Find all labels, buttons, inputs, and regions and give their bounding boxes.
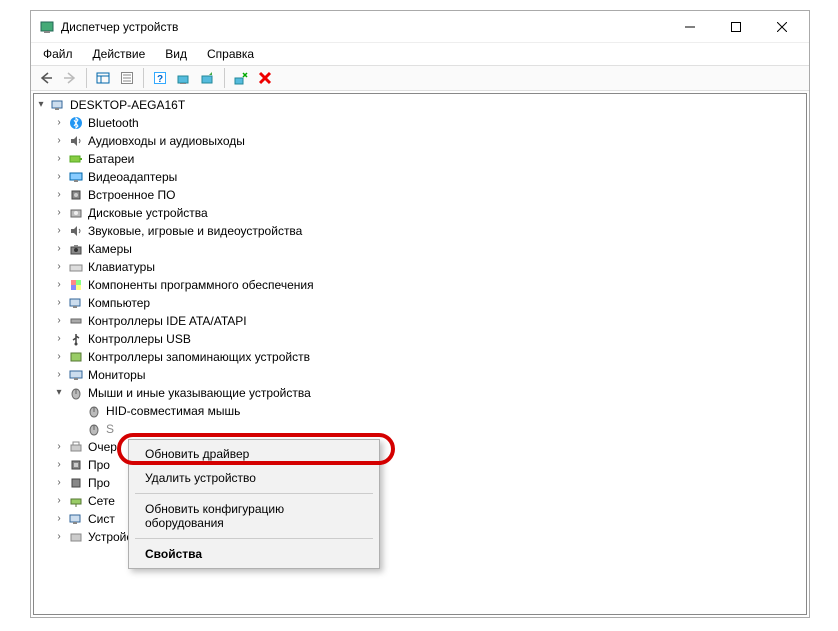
computer-icon xyxy=(68,295,84,311)
show-hidden-button[interactable] xyxy=(92,67,114,89)
forward-button[interactable] xyxy=(59,67,81,89)
properties-button[interactable] xyxy=(116,67,138,89)
camera-icon xyxy=(68,241,84,257)
tree-item-audio[interactable]: ›Аудиовходы и аудиовыходы xyxy=(34,132,806,150)
chip-icon xyxy=(68,187,84,203)
update-driver-button[interactable] xyxy=(197,67,219,89)
network-icon xyxy=(68,493,84,509)
tree-root[interactable]: ▾ DESKTOP-AEGA16T xyxy=(34,96,806,114)
tree-item-storage[interactable]: ›Контроллеры запоминающих устройств xyxy=(34,348,806,366)
back-button[interactable] xyxy=(35,67,57,89)
tree-item-keyboards[interactable]: ›Клавиатуры xyxy=(34,258,806,276)
close-button[interactable] xyxy=(759,12,805,42)
computer-icon xyxy=(68,511,84,527)
cm-properties[interactable]: Свойства xyxy=(131,542,377,566)
scan-button[interactable] xyxy=(173,67,195,89)
tree-leaf-hid-mouse[interactable]: ·HID-совместимая мышь xyxy=(34,402,806,420)
context-menu-separator xyxy=(135,493,373,494)
tree-item-usb[interactable]: ›Контроллеры USB xyxy=(34,330,806,348)
battery-icon xyxy=(68,151,84,167)
titlebar: Диспетчер устройств xyxy=(31,11,809,43)
cm-uninstall[interactable]: Удалить устройство xyxy=(131,466,377,490)
svg-text:?: ? xyxy=(157,74,163,85)
help-button[interactable]: ? xyxy=(149,67,171,89)
menu-help[interactable]: Справка xyxy=(199,45,262,63)
tree-item-cameras[interactable]: ›Камеры xyxy=(34,240,806,258)
computer-icon xyxy=(50,97,66,113)
disk-icon xyxy=(68,205,84,221)
context-menu: Обновить драйвер Удалить устройство Обно… xyxy=(128,439,380,569)
menu-file[interactable]: Файл xyxy=(35,45,81,63)
tree-item-bluetooth[interactable]: ›Bluetooth xyxy=(34,114,806,132)
window-title: Диспетчер устройств xyxy=(61,20,667,34)
menu-action[interactable]: Действие xyxy=(85,45,154,63)
ide-icon xyxy=(68,313,84,329)
mouse-icon xyxy=(68,385,84,401)
toolbar-separator xyxy=(224,68,225,88)
tree-item-mice[interactable]: ▾Мыши и иные указывающие устройства xyxy=(34,384,806,402)
menubar: Файл Действие Вид Справка xyxy=(31,43,809,65)
bluetooth-icon xyxy=(68,115,84,131)
display-adapter-icon xyxy=(68,169,84,185)
mouse-icon xyxy=(86,403,102,419)
toolbar-separator xyxy=(143,68,144,88)
toolbar: ? xyxy=(31,65,809,91)
usb-icon xyxy=(68,331,84,347)
toolbar-separator xyxy=(86,68,87,88)
tree-item-computer[interactable]: ›Компьютер xyxy=(34,294,806,312)
maximize-button[interactable] xyxy=(713,12,759,42)
keyboard-icon xyxy=(68,259,84,275)
context-menu-separator xyxy=(135,538,373,539)
tree-item-software[interactable]: ›Компоненты программного обеспечения xyxy=(34,276,806,294)
hid-icon xyxy=(68,529,84,545)
disable-button[interactable] xyxy=(254,67,276,89)
printer-icon xyxy=(68,439,84,455)
uninstall-button[interactable] xyxy=(230,67,252,89)
tree-item-disk[interactable]: ›Дисковые устройства xyxy=(34,204,806,222)
menu-view[interactable]: Вид xyxy=(157,45,195,63)
cpu-icon xyxy=(68,457,84,473)
tree-item-firmware[interactable]: ›Встроенное ПО xyxy=(34,186,806,204)
cm-scan-hardware[interactable]: Обновить конфигурацию оборудования xyxy=(131,497,377,535)
tree-item-display[interactable]: ›Видеоадаптеры xyxy=(34,168,806,186)
speaker-icon xyxy=(68,223,84,239)
speaker-icon xyxy=(68,133,84,149)
cm-update-driver[interactable]: Обновить драйвер xyxy=(131,442,377,466)
storage-icon xyxy=(68,349,84,365)
component-icon xyxy=(68,277,84,293)
tree-item-ide[interactable]: ›Контроллеры IDE ATA/ATAPI xyxy=(34,312,806,330)
tree-leaf-touchpad[interactable]: ·S xyxy=(34,420,806,438)
tree-item-sound[interactable]: ›Звуковые, игровые и видеоустройства xyxy=(34,222,806,240)
security-icon xyxy=(68,475,84,491)
monitor-icon xyxy=(68,367,84,383)
tree-item-batteries[interactable]: ›Батареи xyxy=(34,150,806,168)
tree-item-monitors[interactable]: ›Мониторы xyxy=(34,366,806,384)
mouse-icon xyxy=(86,421,102,437)
minimize-button[interactable] xyxy=(667,12,713,42)
app-icon xyxy=(39,19,55,35)
